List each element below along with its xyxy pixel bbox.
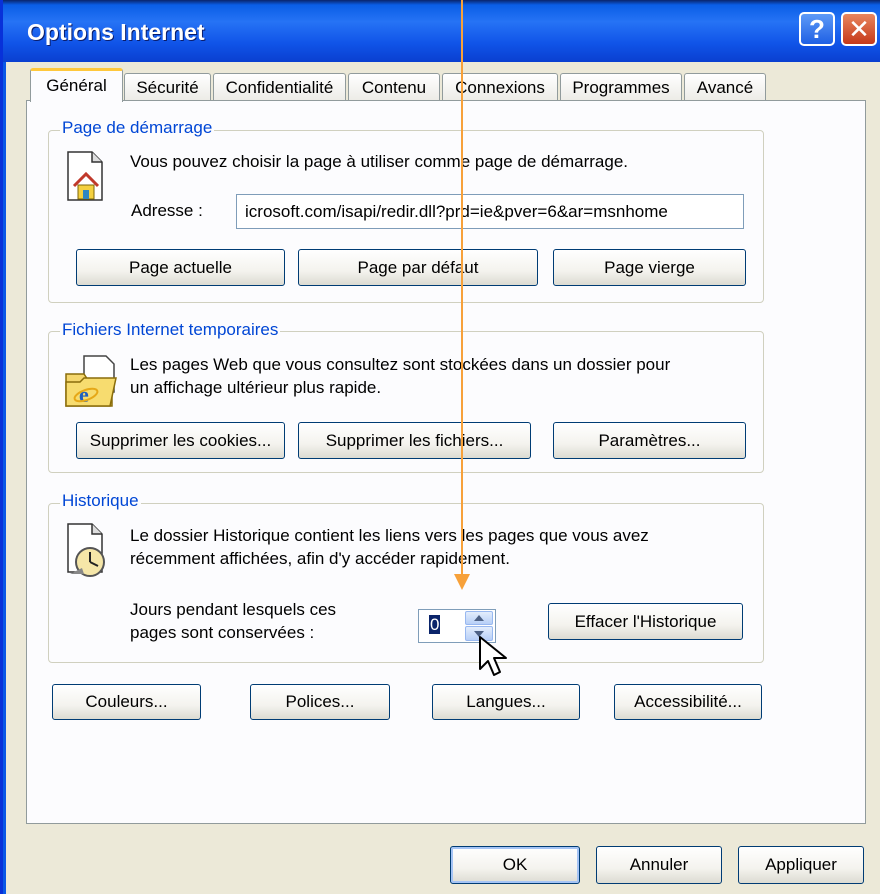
- languages-button[interactable]: Langues...: [432, 684, 580, 720]
- tab-programs[interactable]: Programmes: [560, 73, 682, 101]
- cancel-button[interactable]: Annuler: [596, 846, 722, 884]
- colors-button[interactable]: Couleurs...: [52, 684, 201, 720]
- delete-cookies-button[interactable]: Supprimer les cookies...: [76, 422, 285, 459]
- apply-button[interactable]: Appliquer: [738, 846, 864, 884]
- spin-up-button[interactable]: [465, 611, 493, 625]
- tab-security[interactable]: Sécurité: [124, 73, 211, 101]
- accessibility-button[interactable]: Accessibilité...: [614, 684, 762, 720]
- home-page-legend: Page de démarrage: [60, 118, 215, 138]
- history-description-line1: Le dossier Historique contient les liens…: [130, 526, 649, 545]
- temp-files-folder-icon: e: [65, 355, 117, 407]
- close-icon: ✕: [848, 14, 870, 44]
- days-value: 0: [429, 615, 441, 634]
- window-title: Options Internet: [27, 19, 205, 45]
- address-label: Adresse :: [131, 201, 203, 220]
- temp-files-description-line2: un affichage ultérieur plus rapide.: [130, 378, 382, 397]
- clear-history-button[interactable]: Effacer l'Historique: [548, 603, 743, 640]
- default-page-button[interactable]: Page par défaut: [298, 249, 538, 286]
- help-icon: ?: [809, 14, 825, 44]
- temp-files-description-line1: Les pages Web que vous consultez sont st…: [130, 355, 671, 374]
- current-page-button[interactable]: Page actuelle: [76, 249, 285, 286]
- tab-content[interactable]: Contenu: [348, 73, 440, 101]
- help-button[interactable]: ?: [799, 12, 835, 46]
- mouse-cursor-icon: [479, 636, 507, 676]
- title-bar[interactable]: Options Internet ? ✕: [3, 0, 880, 62]
- annotation-arrow: [454, 0, 470, 590]
- history-clock-icon: [67, 523, 105, 577]
- home-page-description: Vous pouvez choisir la page à utiliser c…: [130, 152, 629, 171]
- fonts-button[interactable]: Polices...: [250, 684, 390, 720]
- home-page-icon: [67, 151, 103, 201]
- svg-text:e: e: [79, 382, 89, 407]
- settings-button[interactable]: Paramètres...: [553, 422, 746, 459]
- ok-button[interactable]: OK: [450, 846, 580, 884]
- address-input[interactable]: icrosoft.com/isapi/redir.dll?prd=ie&pver…: [236, 194, 744, 229]
- days-label-line1: Jours pendant lesquels ces: [130, 600, 337, 619]
- history-legend: Historique: [60, 491, 141, 511]
- spin-up-icon: [474, 615, 484, 621]
- temp-files-legend: Fichiers Internet temporaires: [60, 320, 281, 340]
- tab-general[interactable]: Général: [30, 68, 123, 102]
- days-label-line2: pages sont conservées :: [130, 623, 315, 642]
- blank-page-button[interactable]: Page vierge: [553, 249, 746, 286]
- tab-advanced[interactable]: Avancé: [684, 73, 766, 101]
- delete-files-button[interactable]: Supprimer les fichiers...: [298, 422, 531, 459]
- close-button[interactable]: ✕: [841, 12, 877, 46]
- tab-privacy[interactable]: Confidentialité: [213, 73, 346, 101]
